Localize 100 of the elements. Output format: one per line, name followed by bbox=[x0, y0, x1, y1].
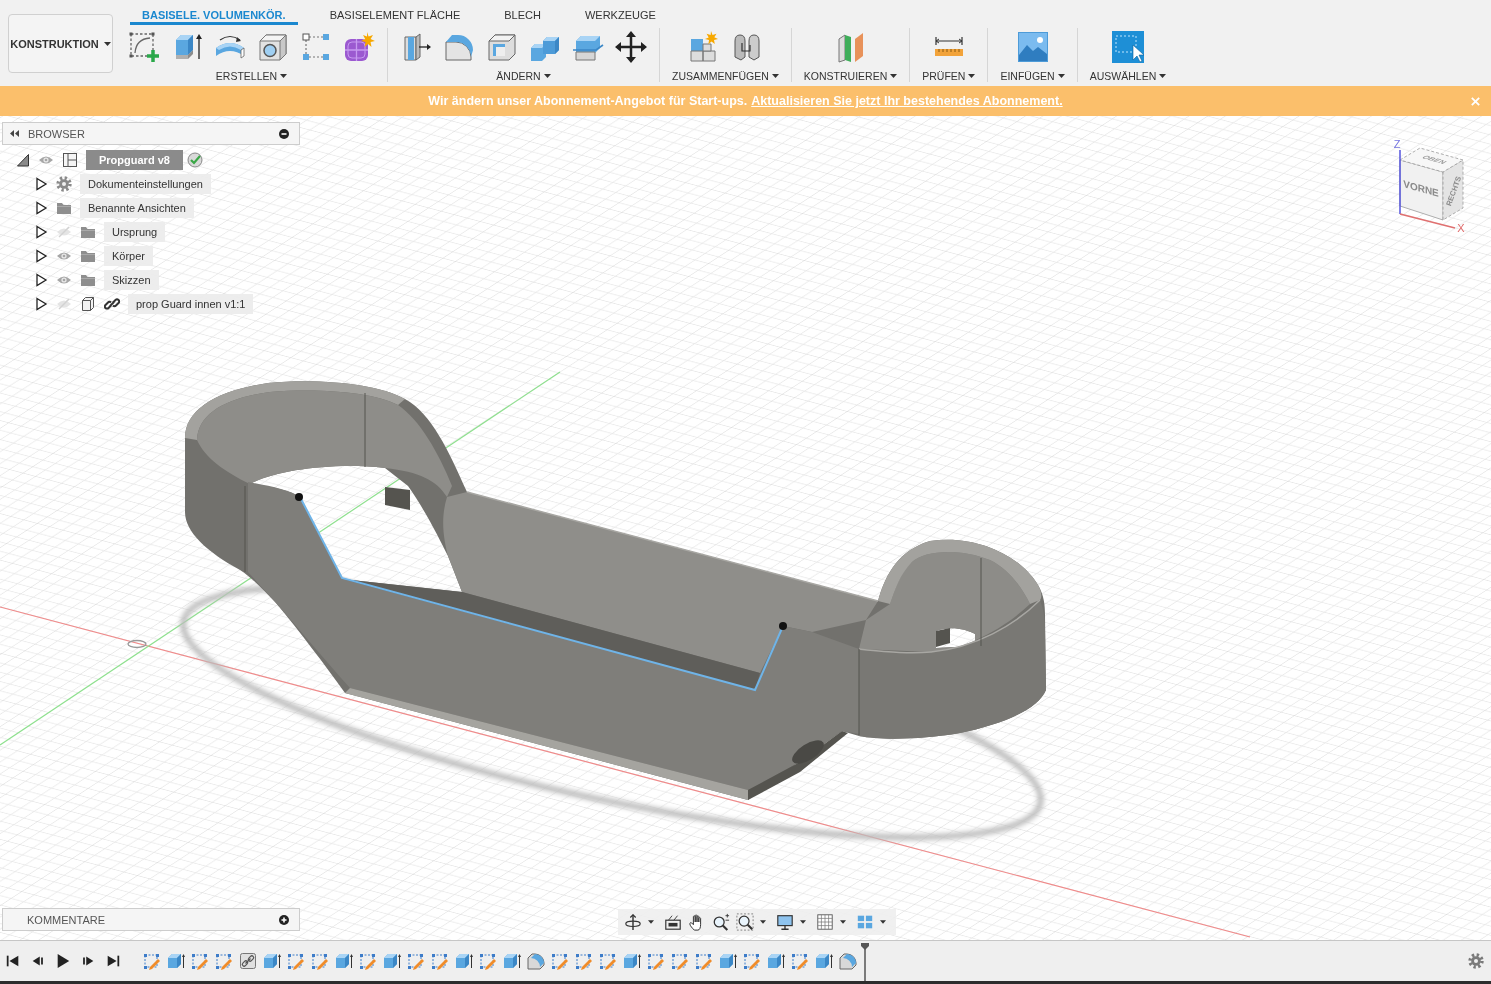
camera-box-icon[interactable] bbox=[664, 913, 682, 931]
image-icon[interactable] bbox=[1016, 31, 1049, 63]
rounded-corner-icon[interactable] bbox=[839, 952, 857, 970]
collapsed-triangle-icon[interactable] bbox=[34, 297, 48, 311]
box-arrow-icon[interactable] bbox=[815, 952, 833, 970]
collapsed-triangle-icon[interactable] bbox=[34, 249, 48, 263]
toolbar-tab[interactable]: BLECH bbox=[492, 7, 553, 25]
collapsed-triangle-icon[interactable] bbox=[34, 273, 48, 287]
sketch-pencil-icon[interactable] bbox=[431, 952, 449, 970]
caret-icon[interactable] bbox=[648, 920, 654, 924]
tree-node-label[interactable]: prop Guard innen v1:1 bbox=[128, 294, 254, 314]
cube-icon bbox=[80, 296, 96, 312]
settings-icon[interactable] bbox=[1468, 953, 1484, 969]
cube-star-icon[interactable] bbox=[687, 31, 720, 63]
cube-star-icon[interactable] bbox=[343, 31, 375, 63]
component-icon bbox=[62, 152, 78, 168]
cursor-selection-icon[interactable] bbox=[1111, 31, 1144, 63]
banner-message: Wir ändern unser Abonnement-Angebot für Start-ups. bbox=[428, 94, 748, 108]
panel-title: BROWSER bbox=[28, 127, 85, 140]
vertex-point bbox=[295, 493, 303, 501]
sketch-pencil-icon[interactable] bbox=[551, 952, 569, 970]
minus-circle-icon[interactable] bbox=[279, 128, 289, 139]
zoom-fit-icon[interactable] bbox=[736, 913, 754, 931]
vertex-point bbox=[779, 622, 787, 630]
z-axis-label: Z bbox=[1393, 138, 1401, 150]
collapsed-triangle-icon[interactable] bbox=[34, 201, 48, 215]
sketch-pencil-icon[interactable] bbox=[671, 952, 689, 970]
move-icon[interactable] bbox=[615, 31, 647, 63]
box-arrow-icon[interactable] bbox=[623, 952, 641, 970]
tree-node-label[interactable]: Dokumenteinstellungen bbox=[80, 174, 211, 194]
skip-end-icon[interactable] bbox=[105, 953, 121, 969]
sketch-pencil-icon[interactable] bbox=[647, 952, 665, 970]
box-arrow-icon[interactable] bbox=[455, 952, 473, 970]
sketch-pencil-icon[interactable] bbox=[791, 952, 809, 970]
rounded-corner-icon[interactable] bbox=[527, 952, 545, 970]
sketch-pencil-icon[interactable] bbox=[479, 952, 497, 970]
tree-node-label[interactable]: Körper bbox=[104, 246, 154, 266]
box-arrow-icon[interactable] bbox=[503, 952, 521, 970]
menu-dropdown-button[interactable]: AUSWÄHLEN bbox=[1089, 70, 1167, 82]
folder-icon bbox=[80, 272, 96, 288]
tree-node-label[interactable]: Skizzen bbox=[104, 270, 159, 290]
plus-circle-icon[interactable] bbox=[279, 914, 289, 925]
tree-node-label[interactable]: Ursprung bbox=[104, 222, 166, 242]
sketch-pencil-icon[interactable] bbox=[575, 952, 593, 970]
gear-icon bbox=[56, 176, 72, 192]
tree-node-label[interactable]: Benannte Ansichten bbox=[80, 198, 194, 218]
caret-icon bbox=[543, 74, 551, 78]
sketch-pencil-icon[interactable] bbox=[215, 952, 233, 970]
caret-icon[interactable] bbox=[840, 920, 846, 924]
workspace-dropdown-button[interactable]: KONSTRUKTION bbox=[8, 14, 113, 73]
menu-dropdown-button[interactable]: PRÜFEN bbox=[922, 70, 976, 82]
zoom-icon[interactable] bbox=[712, 913, 730, 931]
caret-icon bbox=[968, 74, 976, 78]
caret-icon[interactable] bbox=[880, 920, 886, 924]
folder-icon bbox=[56, 200, 72, 216]
folder-icon bbox=[80, 248, 96, 264]
box-arrow-icon[interactable] bbox=[719, 952, 737, 970]
sketch-pencil-icon[interactable] bbox=[599, 952, 617, 970]
sketch-pencil-icon[interactable] bbox=[191, 952, 209, 970]
playhead-marker[interactable] bbox=[860, 943, 870, 981]
expanded-triangle-icon[interactable] bbox=[16, 153, 30, 167]
menu-dropdown-button[interactable]: ÄNDERN bbox=[496, 70, 551, 82]
menu-dropdown-button[interactable]: ERSTELLEN bbox=[215, 70, 288, 82]
caret-icon[interactable] bbox=[800, 920, 806, 924]
box-arrow-icon[interactable] bbox=[335, 952, 353, 970]
sketch-pencil-icon[interactable] bbox=[695, 952, 713, 970]
play-icon[interactable] bbox=[55, 953, 71, 969]
sketch-pencil-icon[interactable] bbox=[143, 952, 161, 970]
toolbar-tab[interactable]: WERKZEUGE bbox=[572, 7, 668, 25]
collapse-icon[interactable] bbox=[9, 129, 19, 138]
menu-dropdown-button[interactable]: KONSTRUIEREN bbox=[803, 70, 898, 82]
toolbar-tab[interactable]: BASISELEMENT FLÄCHE bbox=[317, 7, 473, 25]
caret-icon bbox=[1057, 74, 1065, 78]
collapsed-triangle-icon[interactable] bbox=[34, 177, 48, 191]
box-arrow-icon[interactable] bbox=[263, 952, 281, 970]
sketch-pencil-icon[interactable] bbox=[287, 952, 305, 970]
origin-marker bbox=[127, 639, 147, 649]
menu-dropdown-button[interactable]: ZUSAMMENFÜGEN bbox=[672, 70, 779, 82]
sketch-pencil-icon[interactable] bbox=[311, 952, 329, 970]
hollow-box-icon[interactable] bbox=[486, 31, 518, 63]
sketch-pencil-icon[interactable] bbox=[743, 952, 761, 970]
caret-icon bbox=[890, 74, 898, 78]
orbit-icon[interactable] bbox=[624, 913, 642, 931]
box-arrow-icon[interactable] bbox=[383, 952, 401, 970]
box-arrow-icon[interactable] bbox=[167, 952, 185, 970]
dashed-square-plus-icon[interactable] bbox=[128, 31, 160, 63]
sketch-pencil-icon[interactable] bbox=[407, 952, 425, 970]
menu-dropdown-button[interactable]: EINFÜGEN bbox=[1000, 70, 1065, 82]
check-badge-icon bbox=[186, 152, 203, 168]
box-arrow-icon[interactable] bbox=[767, 952, 785, 970]
collapsed-triangle-icon[interactable] bbox=[34, 225, 48, 239]
chain-link-icon[interactable] bbox=[239, 952, 257, 970]
sketch-pencil-icon[interactable] bbox=[359, 952, 377, 970]
caret-icon[interactable] bbox=[760, 920, 766, 924]
x-axis-line bbox=[1399, 213, 1456, 229]
grid-icon[interactable] bbox=[816, 913, 834, 931]
skip-start-icon[interactable] bbox=[5, 953, 21, 969]
caret-icon bbox=[1159, 74, 1167, 78]
panel-title: KOMMENTARE bbox=[27, 913, 106, 926]
monitor-icon[interactable] bbox=[776, 913, 794, 931]
